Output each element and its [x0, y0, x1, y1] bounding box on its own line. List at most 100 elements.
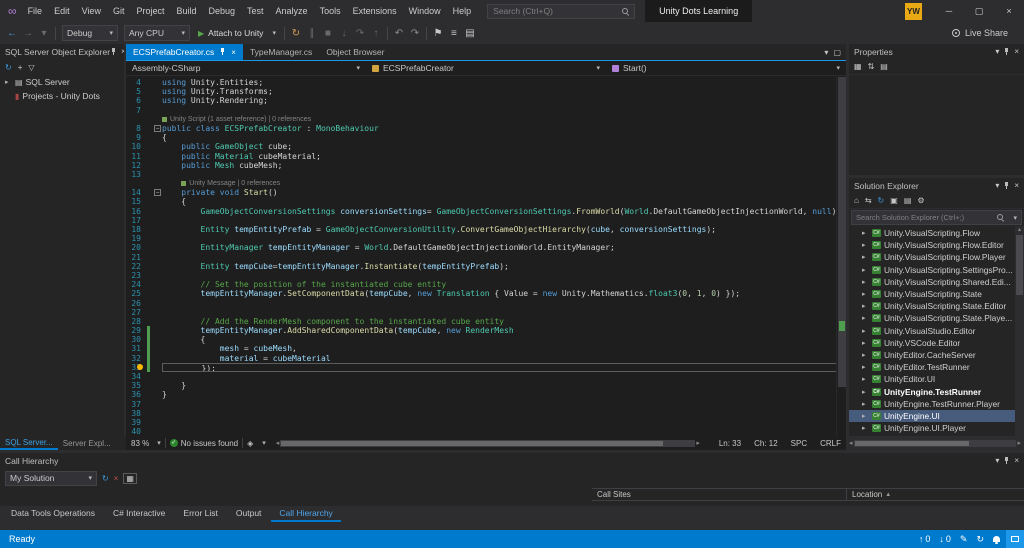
sync-with-active-document-icon[interactable]: ↻ [878, 196, 885, 205]
solution-item[interactable]: ▸ C# UnityEngine.UI [849, 409, 1024, 422]
menu-project[interactable]: Project [130, 0, 170, 22]
editor-margin[interactable] [144, 381, 153, 390]
editor-margin[interactable] [144, 326, 153, 336]
lightbulb-icon[interactable] [137, 363, 143, 370]
chevron-right-icon[interactable]: ▸ [862, 302, 869, 310]
fold-collapse-icon[interactable]: − [154, 125, 161, 133]
chevron-right-icon[interactable]: ▸ [862, 388, 869, 396]
codelens-text[interactable]: Unity Message | 0 references [162, 179, 846, 188]
scrollbar-track[interactable] [280, 439, 696, 447]
editor-margin[interactable] [144, 124, 153, 133]
properties-icon[interactable]: ⚙ [917, 196, 924, 205]
scope-dropdown[interactable]: My Solution ▾ [5, 470, 97, 486]
menu-debug[interactable]: Debug [203, 0, 242, 22]
scrollbar-thumb[interactable] [854, 440, 969, 446]
editor-margin[interactable] [144, 161, 153, 170]
step-over-icon[interactable]: ↷ [352, 28, 368, 39]
editor-margin[interactable] [144, 78, 153, 87]
editor-margin[interactable] [144, 106, 153, 115]
code-text[interactable] [162, 400, 846, 409]
code-text[interactable] [162, 106, 846, 115]
chevron-right-icon[interactable]: ▸ [862, 412, 869, 420]
solution-item[interactable]: ▸ C# Unity.VSCode.Editor [849, 337, 1024, 349]
line-ending-indicator[interactable]: CRLF [820, 439, 841, 448]
filter-icon[interactable]: ▽ [28, 63, 34, 72]
menu-analyze[interactable]: Analyze [270, 0, 314, 22]
solution-item[interactable]: ▸ C# Unity.VisualStudio.Editor [849, 325, 1024, 337]
chevron-right-icon[interactable]: ▸ [862, 314, 869, 322]
code-text[interactable]: public GameObject cube; [162, 142, 846, 151]
bookmark-icon[interactable]: ⚑ [430, 28, 446, 39]
editor-margin[interactable] [144, 390, 153, 399]
editor-margin[interactable] [144, 344, 153, 354]
refresh-icon[interactable]: ↻ [5, 63, 12, 72]
code-text[interactable] [162, 427, 846, 436]
code-text[interactable] [162, 308, 846, 317]
editor-margin[interactable] [144, 142, 153, 151]
solution-item[interactable]: ▸ C# UnityEngine.TestRunner [849, 385, 1024, 397]
editor-margin[interactable] [137, 362, 153, 373]
platform-dropdown[interactable]: Any CPU ▾ [124, 25, 190, 41]
solution-item[interactable]: ▸ C# UnityEditor.UI [849, 373, 1024, 385]
stop-icon[interactable]: ■ [320, 28, 336, 39]
editor-margin[interactable] [144, 188, 153, 197]
chevron-right-icon[interactable]: ▸ [862, 375, 869, 383]
editor-margin[interactable] [144, 197, 153, 206]
issues-indicator[interactable]: ✓ No issues found [169, 439, 238, 448]
live-share-button[interactable]: Live Share [951, 28, 1008, 38]
categorized-icon[interactable]: ▦ [854, 62, 862, 71]
pin-icon[interactable] [1003, 47, 1010, 56]
solution-search-input[interactable]: Search Solution Explorer (Ctrl+;) ▾ [851, 210, 1022, 225]
pin-icon[interactable] [1003, 456, 1010, 465]
code-text[interactable]: using Unity.Entities; [162, 78, 846, 87]
editor-margin[interactable] [144, 335, 153, 345]
close-icon[interactable]: × [1014, 181, 1019, 190]
editor-margin[interactable] [144, 262, 153, 271]
editor-margin[interactable] [144, 207, 153, 216]
code-text[interactable]: tempEntityManager.SetComponentData(tempC… [162, 289, 846, 298]
solution-item[interactable]: ▸ C# Unity.VisualScripting.SettingsPro... [849, 264, 1024, 276]
step-out-icon[interactable]: ↑ [368, 28, 384, 39]
close-icon[interactable]: × [1014, 47, 1019, 56]
code-text[interactable] [162, 170, 846, 179]
refresh-icon[interactable]: ↻ [102, 474, 109, 483]
menu-window[interactable]: Window [403, 0, 447, 22]
chevron-right-icon[interactable]: ▸ [862, 253, 869, 261]
chevron-right-icon[interactable]: ▸ [862, 400, 869, 408]
global-search-input[interactable]: Search (Ctrl+Q) [487, 3, 636, 19]
property-pages-icon[interactable]: ▤ [880, 62, 888, 71]
code-text[interactable]: private void Start() [162, 188, 846, 197]
scroll-right-icon[interactable]: ▸ [695, 439, 701, 447]
menu-extensions[interactable]: Extensions [347, 0, 403, 22]
code-text[interactable] [162, 234, 846, 243]
horizontal-scrollbar[interactable]: ◂ ▸ [275, 439, 701, 448]
code-text[interactable]: } [162, 381, 846, 390]
commits-ahead-indicator[interactable]: ↑ 0 [919, 534, 931, 544]
navigate-backward-icon[interactable]: ← [4, 28, 20, 39]
code-text[interactable]: public Mesh cubeMesh; [162, 161, 846, 170]
editor-margin[interactable] [144, 243, 153, 252]
pause-icon[interactable]: ∥ [304, 28, 320, 39]
code-text[interactable] [162, 253, 846, 262]
editor-margin[interactable] [144, 115, 153, 124]
notifications-bell-icon[interactable] [993, 536, 1000, 544]
code-text[interactable]: public class ECSPrefabCreator : MonoBeha… [162, 124, 846, 133]
editor-margin[interactable] [144, 133, 153, 142]
editor-margin[interactable] [144, 400, 153, 409]
project-dropdown[interactable]: Assembly-CSharp ▾ [126, 61, 366, 75]
navigation-chevron-icon[interactable]: ▾ [36, 28, 52, 39]
code-text[interactable]: mesh = cubeMesh, [162, 344, 846, 353]
chevron-right-icon[interactable]: ▸ [862, 363, 869, 371]
editor-margin[interactable] [144, 179, 153, 188]
scrollbar-thumb[interactable] [281, 440, 664, 446]
chevron-right-icon[interactable]: ▸ [862, 327, 869, 335]
editor-margin[interactable] [144, 234, 153, 243]
chevron-right-icon[interactable]: ▸ [862, 424, 869, 432]
solution-horizontal-scrollbar[interactable]: ◂ ▸ [846, 436, 1024, 450]
editor-margin[interactable] [144, 299, 153, 308]
code-text[interactable]: { [162, 197, 846, 206]
code-text[interactable]: EntityManager tempEntityManager = World.… [162, 243, 846, 252]
chevron-right-icon[interactable]: ▸ [862, 351, 869, 359]
tab-object-browser[interactable]: Object Browser [319, 44, 391, 60]
code-text[interactable]: // Add the RenderMesh component to the i… [162, 317, 846, 326]
